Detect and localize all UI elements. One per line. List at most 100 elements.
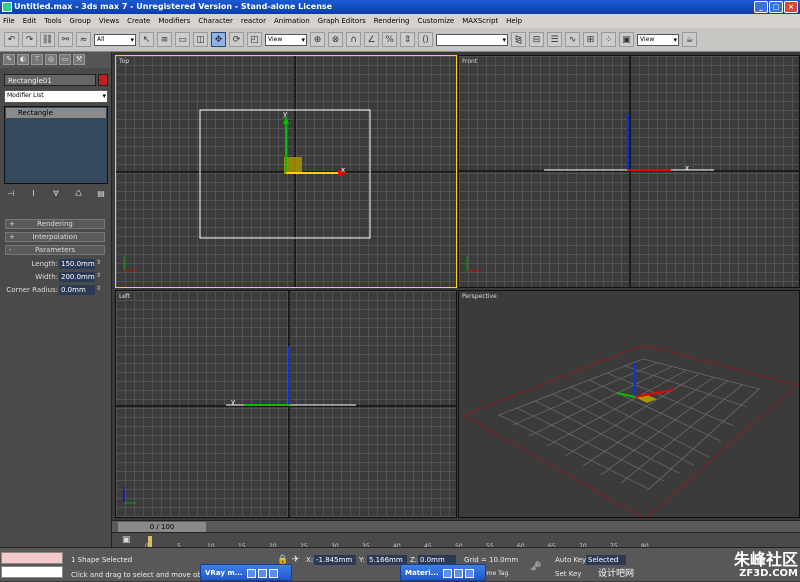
param-width-input[interactable]: 200.0mm bbox=[59, 272, 95, 282]
key-icon[interactable]: 🗝 bbox=[530, 562, 541, 572]
select-rotate-icon[interactable]: ⟳ bbox=[229, 32, 244, 47]
absolute-mode-icon[interactable]: ✈ bbox=[292, 555, 300, 565]
spinner-icon[interactable]: ⇕ bbox=[96, 259, 101, 266]
named-selection-sets-dropdown[interactable] bbox=[436, 33, 508, 46]
select-manipulate-icon[interactable]: ⊗ bbox=[328, 32, 343, 47]
configure-modifier-sets-icon[interactable]: ▤ bbox=[94, 189, 108, 201]
display-tab-icon[interactable]: ▭ bbox=[59, 54, 71, 65]
auto-key-button[interactable]: Auto Key bbox=[555, 556, 586, 564]
schematic-view-icon[interactable]: ⊞ bbox=[583, 32, 598, 47]
menu-maxscript[interactable]: MAXScript bbox=[462, 17, 498, 25]
spinner-icon[interactable]: ⇕ bbox=[96, 285, 101, 292]
minimize-icon[interactable]: _ bbox=[754, 1, 768, 13]
select-move-icon[interactable]: ✥ bbox=[211, 32, 226, 47]
select-link-icon[interactable]: ⛓ bbox=[40, 32, 55, 47]
close-icon[interactable] bbox=[465, 568, 475, 578]
maximize-icon[interactable] bbox=[258, 568, 268, 578]
menu-rendering[interactable]: Rendering bbox=[374, 17, 410, 25]
show-end-result-icon[interactable]: Ⅰ bbox=[27, 189, 41, 201]
render-scene-icon[interactable]: ▣ bbox=[619, 32, 634, 47]
utilities-tab-icon[interactable]: ⚒ bbox=[73, 54, 85, 65]
window-crossing-icon[interactable]: ◫ bbox=[193, 32, 208, 47]
quick-render-icon[interactable]: ☕ bbox=[682, 32, 697, 47]
percent-snap-icon[interactable]: % bbox=[382, 32, 397, 47]
maxscript-listener-output[interactable] bbox=[1, 566, 63, 578]
pivot-center-icon[interactable]: ⊕ bbox=[310, 32, 325, 47]
menu-reactor[interactable]: reactor bbox=[241, 17, 266, 25]
key-filter-icon[interactable]: ▣ bbox=[122, 535, 131, 545]
pin-stack-icon[interactable]: ⊣ bbox=[4, 189, 18, 201]
select-object-icon[interactable]: ↖ bbox=[139, 32, 154, 47]
unlink-icon[interactable]: ⚯ bbox=[58, 32, 73, 47]
watermark-slogan: 设计吧网 bbox=[598, 569, 635, 579]
rollout-interpolation[interactable]: + Interpolation bbox=[5, 232, 105, 242]
menu-character[interactable]: Character bbox=[198, 17, 233, 25]
undo-icon[interactable]: ↶ bbox=[4, 32, 19, 47]
maximize-icon[interactable] bbox=[454, 568, 464, 578]
named-selection-icon[interactable]: ⟨⟩ bbox=[418, 32, 433, 47]
app-icon[interactable] bbox=[2, 2, 12, 12]
modify-tab-icon[interactable]: ◐ bbox=[17, 54, 29, 65]
remove-modifier-icon[interactable]: ♺ bbox=[72, 189, 86, 201]
mirror-icon[interactable]: ⧎ bbox=[511, 32, 526, 47]
maximize-icon[interactable]: □ bbox=[769, 1, 783, 13]
selection-filter-dropdown[interactable]: All bbox=[94, 33, 136, 46]
menu-customize[interactable]: Customize bbox=[417, 17, 454, 25]
stack-item-rectangle[interactable]: Rectangle bbox=[6, 108, 106, 118]
time-slider[interactable]: 0 / 100 bbox=[118, 522, 206, 532]
spinner-snap-icon[interactable]: ⇕ bbox=[400, 32, 415, 47]
rollout-parameters[interactable]: - Parameters bbox=[5, 245, 105, 255]
hierarchy-tab-icon[interactable]: ⊤ bbox=[31, 54, 43, 65]
restore-icon[interactable] bbox=[443, 568, 453, 578]
align-icon[interactable]: ⊟ bbox=[529, 32, 544, 47]
render-type-dropdown[interactable]: View bbox=[637, 33, 679, 46]
rollout-label: Interpolation bbox=[32, 233, 78, 241]
menu-edit[interactable]: Edit bbox=[23, 17, 37, 25]
key-selection-dropdown[interactable]: Selected bbox=[586, 555, 626, 565]
menu-graph-editors[interactable]: Graph Editors bbox=[318, 17, 366, 25]
menu-create[interactable]: Create bbox=[127, 17, 150, 25]
snap-toggle-icon[interactable]: ∩ bbox=[346, 32, 361, 47]
maxscript-listener[interactable] bbox=[1, 552, 63, 564]
menu-tools[interactable]: Tools bbox=[44, 17, 61, 25]
redo-icon[interactable]: ↷ bbox=[22, 32, 37, 47]
curve-editor-icon[interactable]: ∿ bbox=[565, 32, 580, 47]
menu-group[interactable]: Group bbox=[70, 17, 91, 25]
modifier-list-dropdown[interactable]: Modifier List bbox=[4, 90, 108, 103]
restore-icon[interactable] bbox=[247, 568, 257, 578]
bind-space-warp-icon[interactable]: ≈ bbox=[76, 32, 91, 47]
gizmo-y-axis[interactable] bbox=[616, 392, 636, 398]
spinner-icon[interactable]: ⇕ bbox=[96, 272, 101, 279]
object-name-field[interactable]: Rectangle01 bbox=[4, 74, 96, 86]
layer-manager-icon[interactable]: ☰ bbox=[547, 32, 562, 47]
menu-modifiers[interactable]: Modifiers bbox=[158, 17, 190, 25]
menu-file[interactable]: File bbox=[3, 17, 15, 25]
track-bar[interactable]: ▣ 0 5 10 15 20 25 30 35 40 45 50 55 60 6… bbox=[112, 532, 800, 550]
menu-help[interactable]: Help bbox=[506, 17, 522, 25]
rollout-rendering[interactable]: + Rendering bbox=[5, 219, 105, 229]
taskbar-material[interactable]: Materi... bbox=[400, 564, 486, 581]
set-key-button[interactable]: Set Key bbox=[555, 570, 581, 578]
menu-animation[interactable]: Animation bbox=[274, 17, 310, 25]
object-color-swatch[interactable] bbox=[98, 74, 108, 86]
select-by-name-icon[interactable]: ≡ bbox=[157, 32, 172, 47]
close-icon[interactable] bbox=[269, 568, 279, 578]
viewport-front[interactable]: Front x bbox=[458, 55, 800, 288]
material-editor-icon[interactable]: ⁘ bbox=[601, 32, 616, 47]
select-scale-icon[interactable]: ◰ bbox=[247, 32, 262, 47]
param-length-input[interactable]: 150.0mm bbox=[59, 259, 95, 269]
param-corner-radius-input[interactable]: 0.0mm bbox=[59, 285, 95, 295]
viewport-perspective[interactable]: Perspective bbox=[458, 290, 800, 518]
x-coord-input[interactable]: -1.845mm bbox=[314, 555, 356, 565]
create-tab-icon[interactable]: ✎ bbox=[3, 54, 15, 65]
viewport-left[interactable]: Left y bbox=[115, 290, 457, 518]
rect-selection-icon[interactable]: ▭ bbox=[175, 32, 190, 47]
motion-tab-icon[interactable]: ◎ bbox=[45, 54, 57, 65]
menu-views[interactable]: Views bbox=[99, 17, 119, 25]
angle-snap-icon[interactable]: ∠ bbox=[364, 32, 379, 47]
taskbar-vray[interactable]: VRay m... bbox=[200, 564, 292, 581]
viewport-top[interactable]: Top x y bbox=[115, 55, 457, 288]
close-icon[interactable]: × bbox=[784, 1, 798, 13]
make-unique-icon[interactable]: ∀ bbox=[49, 189, 63, 201]
reference-coord-dropdown[interactable]: View bbox=[265, 33, 307, 46]
